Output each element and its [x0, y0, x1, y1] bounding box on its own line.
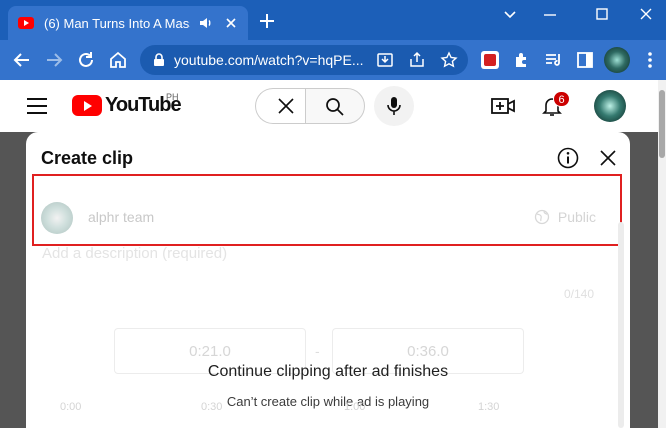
- time-separator: -: [315, 343, 320, 359]
- media-queue-icon[interactable]: [544, 50, 564, 70]
- lock-icon[interactable]: [152, 53, 166, 67]
- ad-notice-subtext: Can’t create clip while ad is playing: [226, 394, 430, 409]
- youtube-play-icon: [72, 94, 102, 116]
- channel-row-highlight: alphr team Public: [32, 174, 622, 246]
- youtube-logo[interactable]: YouTube: [72, 94, 182, 116]
- browser-tab-strip: (6) Man Turns Into A Massive: [0, 0, 666, 40]
- end-time-value: 0:36.0: [407, 343, 449, 360]
- close-window-icon[interactable]: [626, 2, 666, 28]
- minimize-icon[interactable]: [530, 2, 570, 28]
- timeline-tick: 0:00: [60, 401, 82, 413]
- chevron-down-icon[interactable]: [490, 2, 530, 28]
- country-code: PH: [166, 92, 179, 102]
- side-panel-icon[interactable]: [575, 50, 595, 70]
- install-icon[interactable]: [376, 51, 394, 69]
- microphone-icon: [387, 97, 401, 115]
- reload-icon[interactable]: [76, 50, 96, 70]
- timeline-tick: 1:30: [478, 401, 500, 413]
- new-tab-icon[interactable]: [258, 12, 276, 30]
- search-button[interactable]: [305, 88, 365, 124]
- timeline-tick: 1:00: [344, 401, 366, 413]
- star-icon[interactable]: [440, 51, 458, 69]
- voice-search-button[interactable]: [374, 86, 414, 126]
- create-video-icon[interactable]: [490, 94, 516, 118]
- dialog-title: Create clip: [41, 148, 134, 168]
- browser-tab[interactable]: (6) Man Turns Into A Massive: [8, 6, 248, 40]
- url-text: youtube.com/watch?v=hqPE...: [174, 52, 364, 68]
- browser-profile-avatar[interactable]: [604, 47, 630, 73]
- extensions-puzzle-icon[interactable]: [512, 50, 532, 70]
- youtube-header: YouTube PH 6: [0, 80, 658, 132]
- notification-count-badge: 6: [553, 91, 570, 107]
- home-icon[interactable]: [108, 50, 128, 70]
- forward-arrow-icon[interactable]: [44, 50, 64, 70]
- account-avatar[interactable]: [594, 90, 626, 122]
- browser-menu-icon[interactable]: [640, 50, 660, 70]
- ad-notice-heading: Continue clipping after ad finishes: [207, 363, 449, 380]
- hamburger-menu-icon[interactable]: [27, 98, 47, 114]
- visibility-indicator: Public: [534, 209, 596, 225]
- channel-avatar: [41, 202, 73, 234]
- globe-icon: [534, 209, 550, 225]
- info-icon[interactable]: [556, 146, 580, 170]
- screen-recorder-extension-icon[interactable]: [480, 50, 500, 70]
- back-arrow-icon[interactable]: [12, 50, 32, 70]
- speaker-icon[interactable]: [198, 15, 214, 31]
- search-icon: [326, 98, 344, 116]
- clear-search-icon[interactable]: [276, 96, 296, 116]
- description-field[interactable]: Add a description (required): [42, 245, 227, 262]
- create-clip-dialog: Create clip alphr team Public Add a desc…: [26, 132, 630, 428]
- page-scrollbar-thumb[interactable]: [659, 90, 665, 158]
- start-time-value: 0:21.0: [189, 343, 231, 360]
- visibility-label: Public: [557, 209, 596, 225]
- youtube-favicon-icon: [18, 17, 34, 29]
- maximize-icon[interactable]: [582, 2, 622, 28]
- browser-toolbar: youtube.com/watch?v=hqPE...: [0, 40, 666, 80]
- address-bar[interactable]: youtube.com/watch?v=hqPE...: [140, 45, 468, 75]
- share-icon[interactable]: [408, 51, 426, 69]
- tab-close-icon[interactable]: [224, 16, 238, 30]
- character-count: 0/140: [563, 287, 594, 301]
- tab-title: (6) Man Turns Into A Massive: [44, 15, 190, 31]
- timeline-tick: 0:30: [201, 401, 223, 413]
- channel-name: alphr team: [88, 209, 155, 225]
- close-icon[interactable]: [596, 146, 620, 170]
